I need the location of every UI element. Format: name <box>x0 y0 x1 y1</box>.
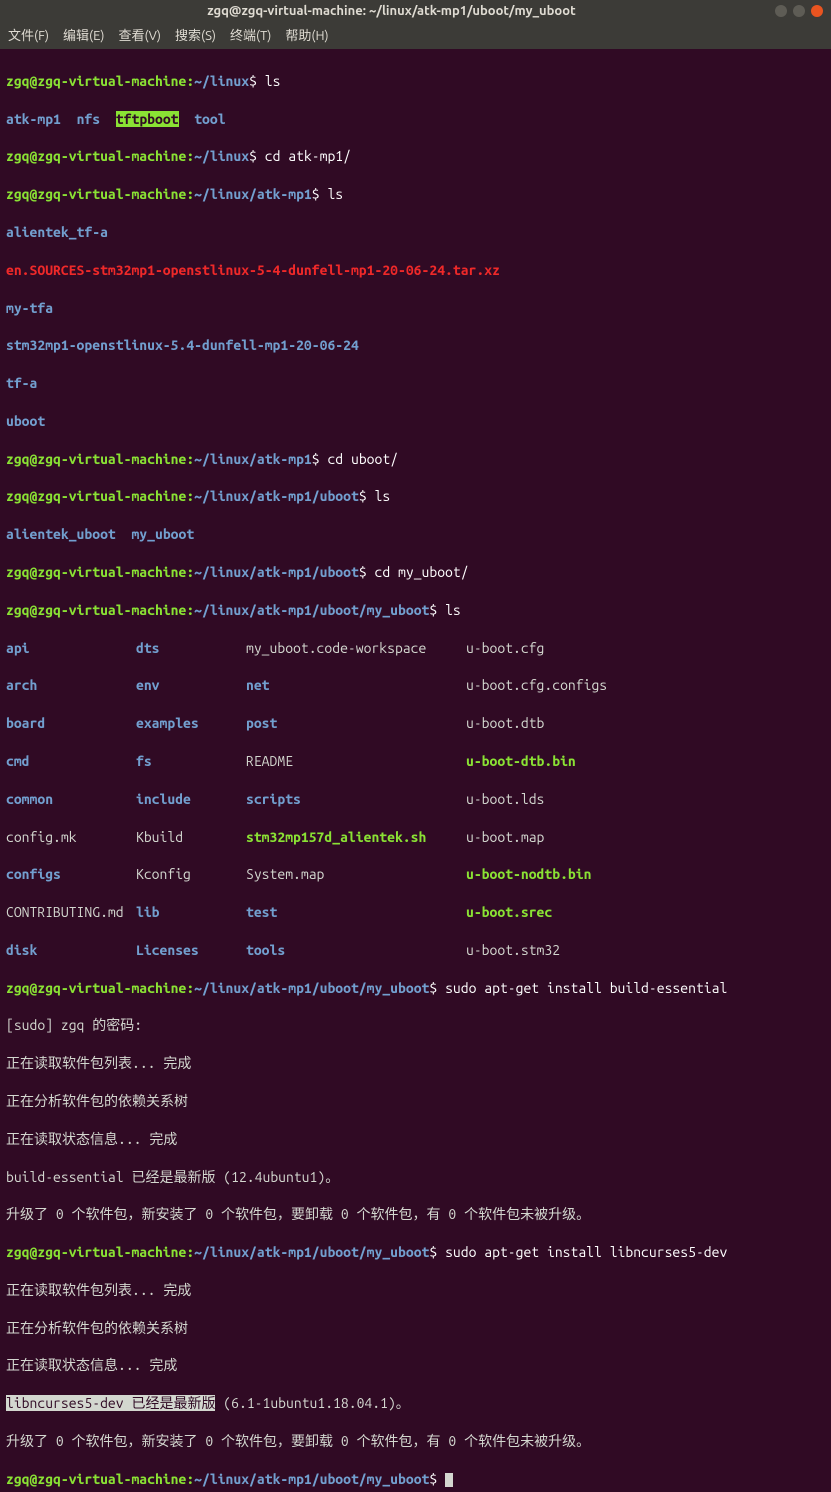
output-line: 正在读取状态信息... 完成 <box>6 1130 825 1149</box>
dir-item: configs <box>6 865 136 884</box>
command: sudo apt-get install libncurses5-dev <box>445 1244 727 1260</box>
dir-item: dts <box>136 639 246 658</box>
window-controls <box>775 5 823 17</box>
dir-item: lib <box>136 903 246 922</box>
dir-item: tool <box>194 111 225 127</box>
dir-item: test <box>246 903 466 922</box>
dir-item: stm32mp1-openstlinux-5.4-dunfell-mp1-20-… <box>6 337 359 353</box>
terminal-output[interactable]: zgq@zgq-virtual-machine:~/linux$ ls atk-… <box>0 49 831 1492</box>
file-item: CONTRIBUTING.md <box>6 903 136 922</box>
file-item: u-boot-dtb.bin <box>466 752 666 771</box>
dir-item: disk <box>6 941 136 960</box>
command: ls <box>327 186 343 202</box>
dir-item: my-tfa <box>6 300 53 316</box>
prompt-userhost: zgq@zgq-virtual-machine <box>6 73 186 89</box>
menu-terminal[interactable]: 终端(T) <box>230 25 271 44</box>
menu-search[interactable]: 搜索(S) <box>175 25 216 44</box>
file-item: my_uboot.code-workspace <box>246 639 466 658</box>
file-item: u-boot.map <box>466 828 666 847</box>
close-icon[interactable] <box>811 5 823 17</box>
command: ls <box>375 488 391 504</box>
prompt-path: ~/linux <box>194 73 249 89</box>
command: sudo apt-get install build-essential <box>445 980 727 996</box>
cursor-icon <box>445 1473 453 1487</box>
menu-view[interactable]: 查看(V) <box>119 25 161 44</box>
dir-item: tf-a <box>6 375 37 391</box>
dir-item: fs <box>136 752 246 771</box>
watermark: CSDN @LaoZhangGong123 <box>639 1490 817 1492</box>
dir-item: api <box>6 639 136 658</box>
maximize-icon[interactable] <box>793 5 805 17</box>
output-line: 升级了 0 个软件包，新安装了 0 个软件包，要卸载 0 个软件包，有 0 个软… <box>6 1432 825 1451</box>
minimize-icon[interactable] <box>775 5 787 17</box>
dir-item: board <box>6 714 136 733</box>
output-line: 正在分析软件包的依赖关系树 <box>6 1092 825 1111</box>
file-item: u-boot.cfg.configs <box>466 676 666 695</box>
dir-item: arch <box>6 676 136 695</box>
dir-item: tftpboot <box>116 111 179 127</box>
dir-item: uboot <box>6 413 45 429</box>
file-item: config.mk <box>6 828 136 847</box>
file-item: u-boot.srec <box>466 903 666 922</box>
pkg-name: libncurses5-dev <box>6 1395 124 1411</box>
file-item: Kconfig <box>136 865 246 884</box>
file-item: u-boot.stm32 <box>466 941 666 960</box>
output-line: 正在读取状态信息... 完成 <box>6 1356 825 1375</box>
dir-item: tools <box>246 941 466 960</box>
file-item: README <box>246 752 466 771</box>
dir-item: alientek_uboot <box>6 526 116 542</box>
dir-item: scripts <box>246 790 466 809</box>
output-line: 正在读取软件包列表... 完成 <box>6 1281 825 1300</box>
file-item: u-boot.dtb <box>466 714 666 733</box>
file-item: Kbuild <box>136 828 246 847</box>
output-line: build-essential 已经是最新版 (12.4ubuntu1)。 <box>6 1168 825 1187</box>
dir-item: env <box>136 676 246 695</box>
dir-item: common <box>6 790 136 809</box>
file-item: u-boot-nodtb.bin <box>466 865 666 884</box>
menu-help[interactable]: 帮助(H) <box>285 25 328 44</box>
output-line: 正在读取软件包列表... 完成 <box>6 1054 825 1073</box>
output-line: [sudo] zgq 的密码: <box>6 1016 825 1035</box>
titlebar: zgq@zgq-virtual-machine: ~/linux/atk-mp1… <box>0 0 831 22</box>
output-text: (6.1-1ubuntu1.18.04.1)。 <box>215 1395 409 1411</box>
command: ls <box>265 73 281 89</box>
dir-item: Licenses <box>136 941 246 960</box>
file-item: stm32mp157d_alientek.sh <box>246 828 466 847</box>
dir-item: include <box>136 790 246 809</box>
file-item: System.map <box>246 865 466 884</box>
dir-item: nfs <box>77 111 101 127</box>
dir-item: cmd <box>6 752 136 771</box>
output-text: 已经是最新版 <box>124 1395 216 1411</box>
dir-item: atk-mp1 <box>6 111 61 127</box>
command: cd my_uboot/ <box>375 564 469 580</box>
menu-edit[interactable]: 编辑(E) <box>63 25 104 44</box>
command: cd uboot/ <box>327 451 398 467</box>
dir-item: my_uboot <box>131 526 194 542</box>
file-item: en.SOURCES-stm32mp1-openstlinux-5-4-dunf… <box>6 262 500 278</box>
menu-file[interactable]: 文件(F) <box>8 25 49 44</box>
file-item: u-boot.cfg <box>466 639 666 658</box>
menubar: 文件(F) 编辑(E) 查看(V) 搜索(S) 终端(T) 帮助(H) <box>0 22 831 49</box>
dir-item: net <box>246 676 466 695</box>
command: cd atk-mp1/ <box>265 148 351 164</box>
dir-item: examples <box>136 714 246 733</box>
output-line: 正在分析软件包的依赖关系树 <box>6 1319 825 1338</box>
window-title: zgq@zgq-virtual-machine: ~/linux/atk-mp1… <box>8 4 775 18</box>
output-line: 升级了 0 个软件包，新安装了 0 个软件包，要卸载 0 个软件包，有 0 个软… <box>6 1205 825 1224</box>
command: ls <box>445 602 461 618</box>
file-item: u-boot.lds <box>466 790 666 809</box>
dir-item: alientek_tf-a <box>6 224 108 240</box>
dir-item: post <box>246 714 466 733</box>
